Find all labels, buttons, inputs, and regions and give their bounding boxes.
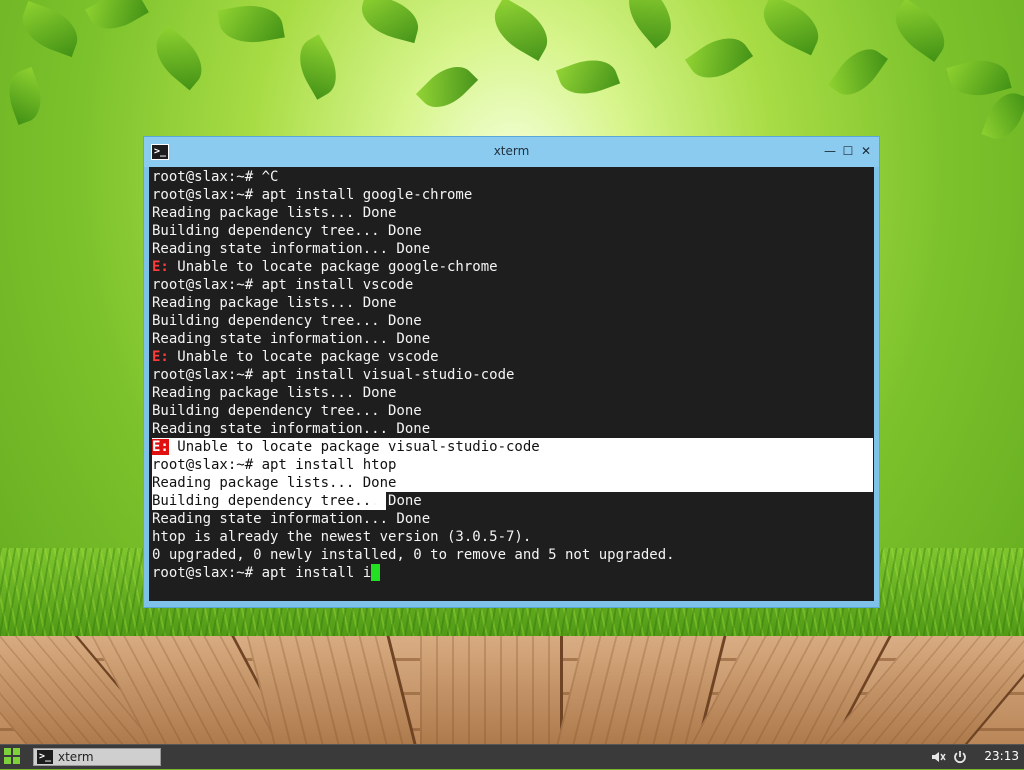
taskbar-item-label: xterm	[58, 750, 94, 764]
taskbar: >_ xterm 23:13	[0, 744, 1024, 769]
terminal-line: E: Unable to locate package visual-studi…	[152, 438, 873, 456]
terminal-line: root@slax:~# apt install htop	[152, 456, 873, 474]
error-prefix: E:	[152, 349, 169, 365]
terminal-line: Building dependency tree... Done	[152, 222, 675, 240]
taskbar-item-xterm[interactable]: >_ xterm	[33, 748, 161, 766]
terminal-line-text: root@slax:~# apt install htop	[152, 457, 397, 473]
terminal-line-text: Building dependency tree... Done	[152, 313, 422, 329]
terminal-line-text: root@slax:~# apt install i	[152, 565, 372, 581]
terminal-line-text: Reading package lists... Done	[152, 475, 397, 491]
terminal-line: Reading state information... Done	[152, 420, 675, 438]
maximize-button[interactable]: ☐	[840, 143, 856, 159]
error-prefix: E:	[152, 439, 169, 455]
terminal-line-text: Reading state information... Done	[152, 331, 431, 347]
terminal-line: htop is already the newest version (3.0.…	[152, 528, 675, 546]
terminal-line-text: Building dependency tree... Done	[152, 403, 422, 419]
terminal-line: E: Unable to locate package vscode	[152, 348, 675, 366]
terminal-line-text: root@slax:~# ^C	[152, 169, 279, 185]
terminal-line-text: Reading state information... Done	[152, 421, 431, 437]
terminal-line: root@slax:~# apt install i	[152, 564, 675, 582]
terminal-line: Reading state information... Done	[152, 510, 675, 528]
terminal-line-text: htop is already the newest version (3.0.…	[152, 529, 532, 545]
terminal-line: Reading state information... Done	[152, 330, 675, 348]
terminal-line-text: Building dependency tree... Done	[152, 493, 422, 509]
terminal-line-text: Reading package lists... Done	[152, 205, 397, 221]
minimize-button[interactable]: —	[822, 143, 838, 159]
terminal-line-text: root@slax:~# apt install google-chrome	[152, 187, 473, 203]
terminal-line-text: Building dependency tree... Done	[152, 223, 422, 239]
terminal-icon: >_	[37, 750, 53, 764]
xterm-window[interactable]: >_ xterm — ☐ ✕ root@slax:~# ^C root@slax:…	[143, 136, 880, 608]
clock[interactable]: 23:13	[984, 749, 1019, 763]
terminal-line-text: root@slax:~# apt install visual-studio-c…	[152, 367, 515, 383]
terminal-line: Reading package lists... Done	[152, 294, 675, 312]
terminal-line: root@slax:~# apt install vscode	[152, 276, 675, 294]
terminal-line-text: Reading package lists... Done	[152, 295, 397, 311]
terminal-output[interactable]: root@slax:~# ^C root@slax:~# apt install …	[149, 167, 874, 601]
terminal-line: 0 upgraded, 0 newly installed, 0 to remo…	[152, 546, 675, 564]
wooden-deck	[0, 636, 1024, 744]
terminal-line-text: Reading state information... Done	[152, 511, 431, 527]
close-button[interactable]: ✕	[858, 143, 874, 159]
power-icon[interactable]	[952, 749, 968, 765]
app-grid-icon[interactable]	[4, 748, 22, 766]
error-prefix: E:	[152, 259, 169, 275]
terminal-line: Reading state information... Done	[152, 240, 675, 258]
terminal-line-text: root@slax:~# apt install vscode	[152, 277, 414, 293]
terminal-line-text: 0 upgraded, 0 newly installed, 0 to remo…	[152, 547, 675, 563]
terminal-line: Reading package lists... Done	[152, 384, 675, 402]
terminal-line: Reading package lists... Done	[152, 204, 675, 222]
terminal-line: Building dependency tree... Done	[152, 312, 675, 330]
terminal-line: Building dependency tree... Done	[152, 492, 675, 510]
terminal-line-text: Reading state information... Done	[152, 241, 431, 257]
terminal-line: root@slax:~# apt install visual-studio-c…	[152, 366, 675, 384]
terminal-line-text: Unable to locate package visual-studio-c…	[168, 439, 540, 455]
volume-muted-icon[interactable]	[930, 749, 946, 765]
terminal-line: root@slax:~# apt install google-chrome	[152, 186, 675, 204]
terminal-line: Reading package lists... Done	[152, 474, 873, 492]
terminal-line: root@slax:~# ^C	[152, 168, 675, 186]
text-cursor	[371, 564, 381, 581]
window-titlebar[interactable]: >_ xterm — ☐ ✕	[144, 137, 879, 167]
terminal-line: Building dependency tree... Done	[152, 402, 675, 420]
window-title: xterm	[493, 144, 530, 158]
terminal-line-text: Reading package lists... Done	[152, 385, 397, 401]
terminal-line: E: Unable to locate package google-chrom…	[152, 258, 675, 276]
terminal-line-text: Unable to locate package vscode	[168, 349, 439, 365]
terminal-line-text: Unable to locate package google-chrome	[168, 259, 498, 275]
